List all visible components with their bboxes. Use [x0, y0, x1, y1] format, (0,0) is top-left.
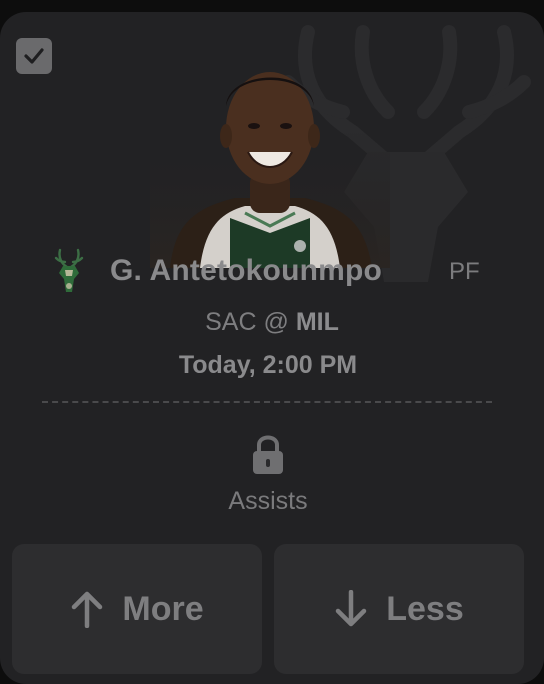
lock-icon — [253, 435, 283, 474]
away-team: SAC — [205, 308, 257, 336]
more-button-label: More — [122, 589, 204, 628]
home-team: MIL — [295, 308, 339, 336]
game-time: Today, 2:00 PM — [178, 351, 358, 379]
arrow-down-icon — [336, 590, 367, 627]
bucks-deer-logo-icon — [54, 248, 84, 292]
player-headshot — [150, 72, 390, 268]
player-prop-card[interactable]: G. Antetokounmpo PF SAC @ MIL Today, 2:0… — [0, 12, 544, 684]
more-button[interactable]: More — [12, 544, 262, 674]
at-symbol: @ — [263, 308, 289, 336]
arrow-up-icon — [72, 591, 103, 628]
checkmark-icon — [24, 48, 44, 64]
player-position: PF — [449, 258, 480, 285]
player-name-row: G. Antetokounmpo PF — [0, 246, 544, 292]
player-name: G. Antetokounmpo — [110, 254, 383, 287]
less-button-label: Less — [386, 589, 464, 628]
less-button[interactable]: Less — [274, 544, 524, 674]
stat-category-label: Assists — [228, 487, 308, 515]
dashed-divider — [42, 401, 492, 403]
select-checkbox[interactable] — [16, 38, 52, 74]
game-matchup: SAC @ MIL — [0, 308, 544, 337]
